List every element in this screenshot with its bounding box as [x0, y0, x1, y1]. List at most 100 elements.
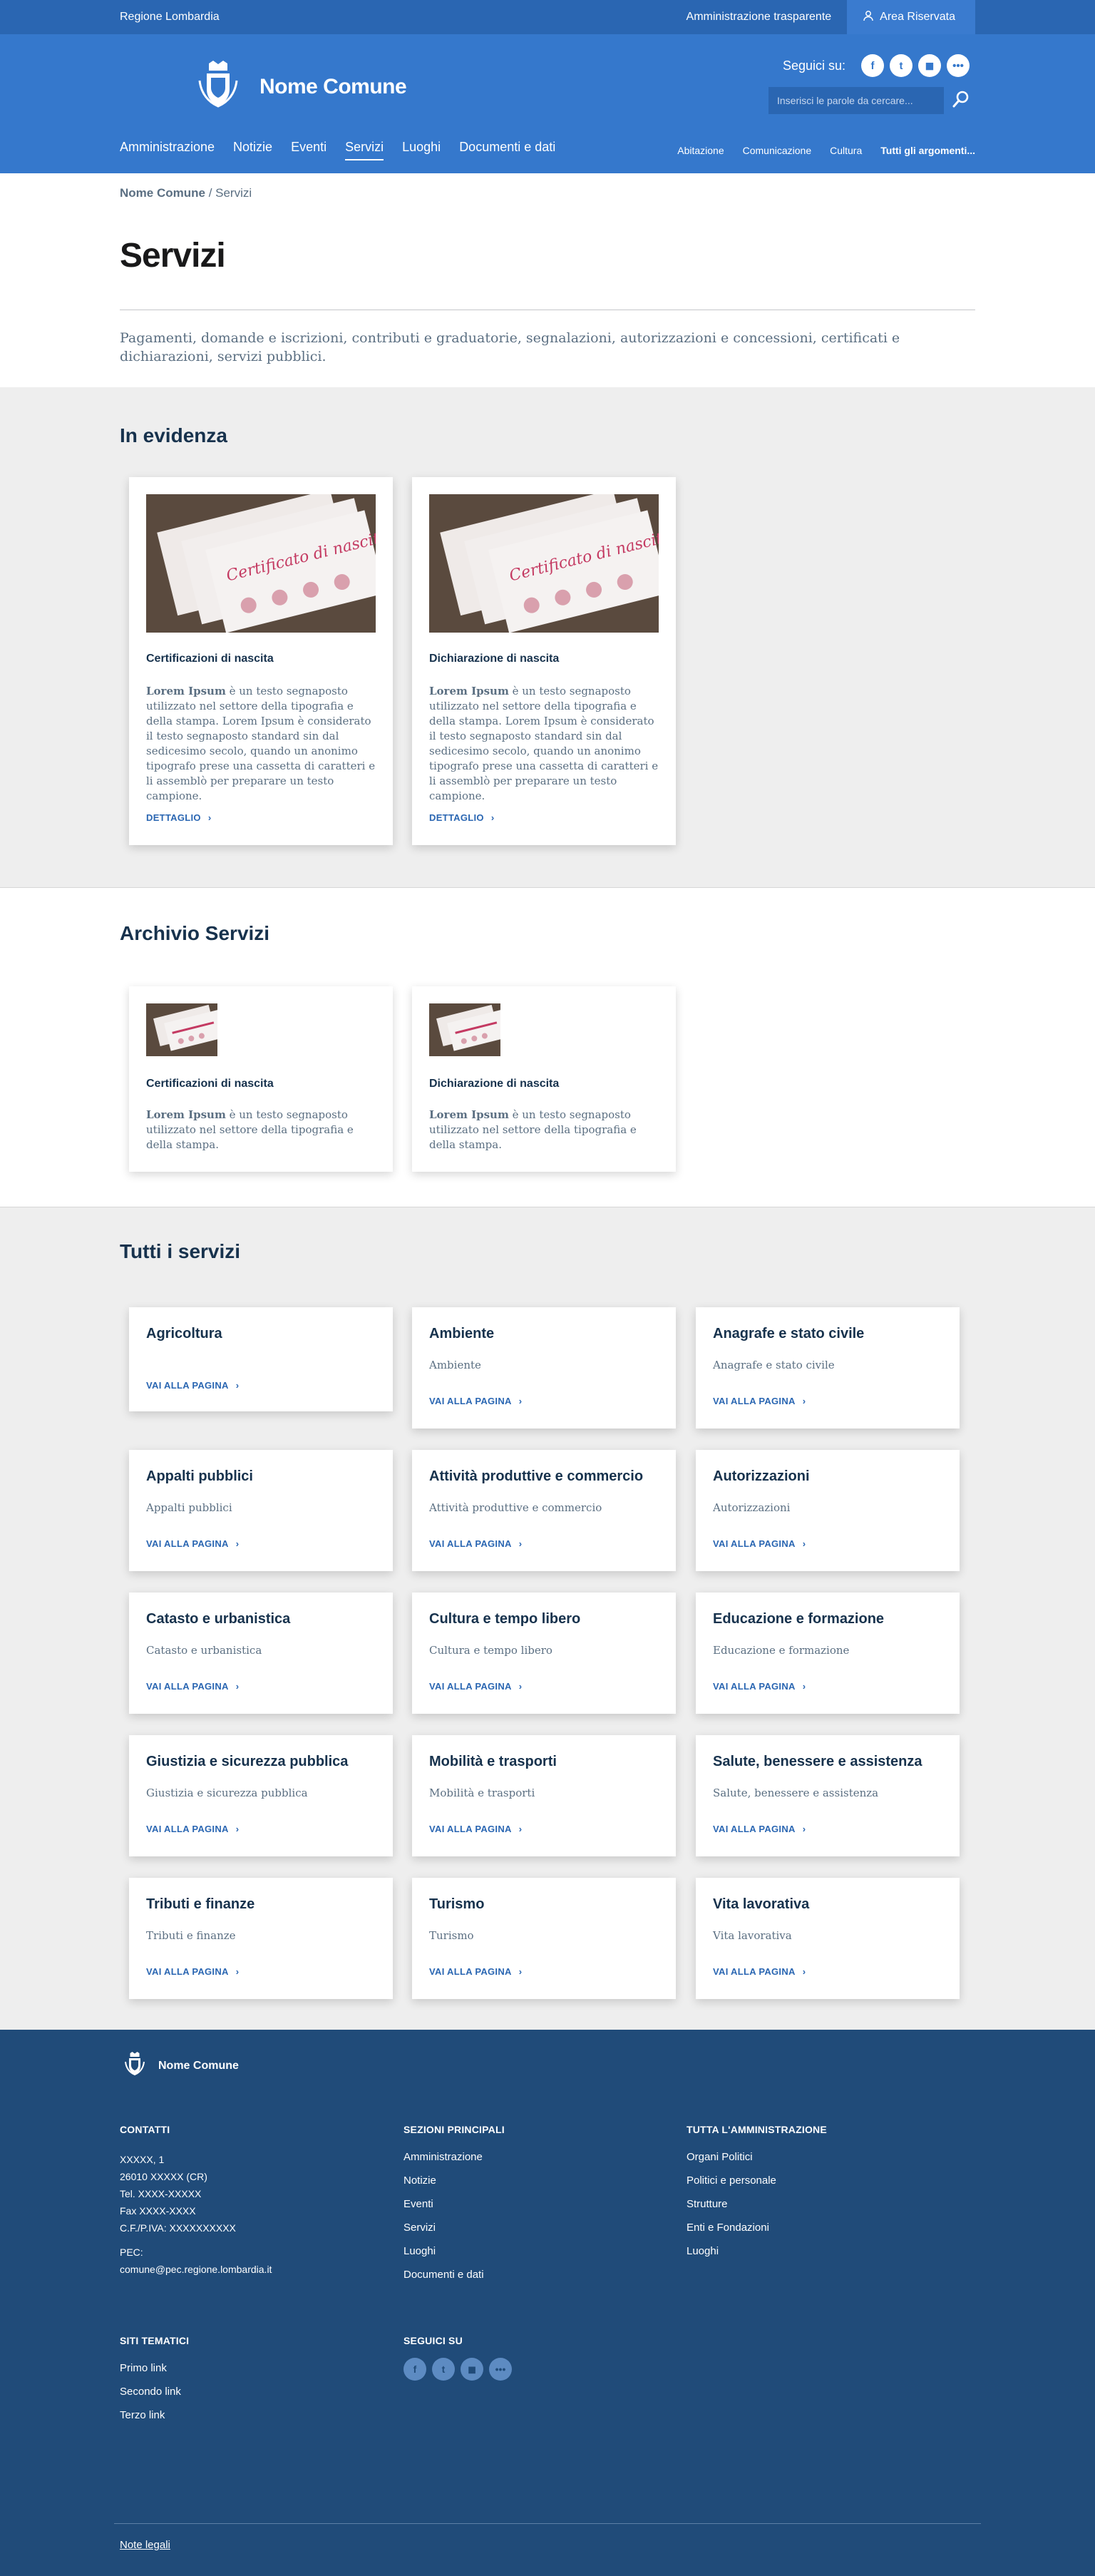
go-to-page-link[interactable]: VAI ALLA PAGINA › — [713, 1396, 806, 1406]
go-to-page-link[interactable]: VAI ALLA PAGINA › — [146, 1681, 239, 1692]
service-title[interactable]: Educazione e formazione — [713, 1611, 884, 1627]
more-icon[interactable]: ••• — [947, 54, 970, 77]
facebook-icon[interactable]: f — [861, 54, 884, 77]
detail-link-label: DETTAGLIO — [146, 812, 201, 823]
service-title[interactable]: Mobilità e trasporti — [429, 1754, 557, 1770]
service-title[interactable]: Autorizzazioni — [713, 1468, 810, 1485]
topic-abitazione[interactable]: Abitazione — [677, 145, 724, 156]
nav-eventi[interactable]: Eventi — [291, 140, 327, 160]
transparency-link[interactable]: Amministrazione trasparente — [671, 0, 848, 34]
search-icon[interactable] — [952, 91, 970, 111]
breadcrumb-separator: / — [205, 186, 216, 200]
service-card[interactable]: Cultura e tempo libero Cultura e tempo li… — [412, 1593, 676, 1714]
footer-link[interactable]: Eventi — [403, 2198, 660, 2210]
reserved-area-button[interactable]: Area Riservata — [847, 0, 975, 34]
service-card[interactable]: Autorizzazioni Autorizzazioni VAI ALLA PAG… — [696, 1450, 960, 1571]
service-card[interactable]: Educazione e formazione Educazione e form… — [696, 1593, 960, 1714]
service-title[interactable]: Salute, benessere e assistenza — [713, 1754, 922, 1770]
service-title[interactable]: Giustizia e sicurezza pubblica — [146, 1754, 348, 1770]
service-card[interactable]: Ambiente Ambiente VAI ALLA PAGINA › — [412, 1307, 676, 1428]
service-card[interactable]: Turismo Turismo VAI ALLA PAGINA › — [412, 1878, 676, 1999]
service-card[interactable]: Tributi e finanze Tributi e finanze VAI AL… — [129, 1878, 393, 1999]
footer-link[interactable]: Secondo link — [120, 2386, 376, 2398]
facebook-icon[interactable]: f — [403, 2358, 426, 2381]
footer-link[interactable]: Politici e personale — [687, 2174, 943, 2187]
go-to-page-link[interactable]: VAI ALLA PAGINA › — [713, 1538, 806, 1549]
service-card[interactable]: Attività produttive e commercio Attività … — [412, 1450, 676, 1571]
contact-line: 26010 XXXXX (CR) — [120, 2171, 207, 2182]
service-card[interactable]: Vita lavorativa Vita lavorativa VAI ALLA P… — [696, 1878, 960, 1999]
nav-amministrazione[interactable]: Amministrazione — [120, 140, 215, 160]
breadcrumb-home[interactable]: Nome Comune — [120, 186, 205, 200]
go-to-page-link[interactable]: VAI ALLA PAGINA › — [146, 1380, 239, 1391]
footer-link[interactable]: Enti e Fondazioni — [687, 2222, 943, 2234]
footer-link[interactable]: Terzo link — [120, 2409, 376, 2421]
footer-link[interactable]: Luoghi — [687, 2245, 943, 2257]
service-card[interactable]: Catasto e urbanistica Catasto e urbanisti… — [129, 1593, 393, 1714]
card-title[interactable]: Certificazioni di nascita — [146, 653, 274, 665]
nav-luoghi[interactable]: Luoghi — [402, 140, 441, 160]
service-card[interactable]: Salute, benessere e assistenza Salute, be… — [696, 1735, 960, 1856]
twitter-icon[interactable]: t — [432, 2358, 455, 2381]
go-to-page-link[interactable]: VAI ALLA PAGINA › — [429, 1538, 522, 1549]
footer-link[interactable]: Amministrazione — [403, 2151, 660, 2163]
footer-brand[interactable]: Nome Comune — [124, 2051, 239, 2080]
service-title[interactable]: Anagrafe e stato civile — [713, 1326, 864, 1342]
footer-link[interactable]: Servizi — [403, 2222, 660, 2234]
footer-link[interactable]: Documenti e dati — [403, 2269, 660, 2281]
go-to-page-link[interactable]: VAI ALLA PAGINA › — [429, 1966, 522, 1977]
service-title[interactable]: Vita lavorativa — [713, 1896, 809, 1913]
go-to-page-link[interactable]: VAI ALLA PAGINA › — [713, 1966, 806, 1977]
service-card[interactable]: Giustizia e sicurezza pubblica Giustizia … — [129, 1735, 393, 1856]
service-title[interactable]: Turismo — [429, 1896, 484, 1913]
evidence-card[interactable]: Certificato di nascita Dichiarazione di … — [412, 477, 676, 845]
twitter-icon[interactable]: t — [890, 54, 912, 77]
go-to-page-link[interactable]: VAI ALLA PAGINA › — [429, 1824, 522, 1834]
service-card[interactable]: Agricoltura VAI ALLA PAGINA › — [129, 1307, 393, 1411]
topic-cultura[interactable]: Cultura — [830, 145, 862, 156]
footer-link[interactable]: Primo link — [120, 2362, 376, 2374]
nav-servizi[interactable]: Servizi — [345, 140, 384, 160]
go-to-page-link[interactable]: VAI ALLA PAGINA › — [429, 1396, 522, 1406]
service-title[interactable]: Appalti pubblici — [146, 1468, 253, 1485]
topic-all[interactable]: Tutti gli argomenti... — [880, 145, 975, 156]
service-card[interactable]: Appalti pubblici Appalti pubblici VAI ALLA… — [129, 1450, 393, 1571]
card-title[interactable]: Dichiarazione di nascita — [429, 1078, 559, 1090]
footer-link[interactable]: Luoghi — [403, 2245, 660, 2257]
go-to-page-link[interactable]: VAI ALLA PAGINA › — [429, 1681, 522, 1692]
service-title[interactable]: Cultura e tempo libero — [429, 1611, 580, 1627]
go-to-page-link[interactable]: VAI ALLA PAGINA › — [146, 1966, 239, 1977]
nav-documenti[interactable]: Documenti e dati — [459, 140, 555, 160]
go-to-page-link[interactable]: VAI ALLA PAGINA › — [713, 1681, 806, 1692]
footer-link[interactable]: Strutture — [687, 2198, 943, 2210]
medium-icon[interactable]: ◼ — [918, 54, 941, 77]
detail-link[interactable]: DETTAGLIO › — [146, 812, 211, 823]
go-to-page-link[interactable]: VAI ALLA PAGINA › — [713, 1824, 806, 1834]
archive-card[interactable]: Certificazioni di nascita Lorem Ipsum è … — [129, 986, 393, 1172]
footer-link[interactable]: Notizie — [403, 2174, 660, 2187]
evidence-card[interactable]: Certificato di nascita Certificazioni di… — [129, 477, 393, 845]
service-card[interactable]: Anagrafe e stato civile Anagrafe e stato … — [696, 1307, 960, 1428]
card-title[interactable]: Dichiarazione di nascita — [429, 653, 559, 665]
service-title[interactable]: Attività produttive e commercio — [429, 1468, 643, 1485]
topic-comunicazione[interactable]: Comunicazione — [743, 145, 812, 156]
service-title[interactable]: Agricoltura — [146, 1326, 222, 1342]
service-title[interactable]: Catasto e urbanistica — [146, 1611, 290, 1627]
legal-notes-link[interactable]: Note legali — [120, 2539, 170, 2551]
card-title[interactable]: Certificazioni di nascita — [146, 1078, 274, 1090]
archive-card[interactable]: Dichiarazione di nascita Lorem Ipsum è u… — [412, 986, 676, 1172]
footer-link[interactable]: Organi Politici — [687, 2151, 943, 2163]
nav-notizie[interactable]: Notizie — [233, 140, 272, 160]
service-title[interactable]: Ambiente — [429, 1326, 494, 1342]
search-input[interactable] — [768, 87, 944, 114]
more-icon[interactable]: ••• — [489, 2358, 512, 2381]
brand[interactable]: Nome Comune — [197, 59, 407, 114]
detail-link[interactable]: DETTAGLIO › — [429, 812, 494, 823]
region-link[interactable]: Regione Lombardia — [120, 11, 220, 24]
medium-icon[interactable]: ◼ — [461, 2358, 483, 2381]
go-to-page-link[interactable]: VAI ALLA PAGINA › — [146, 1538, 239, 1549]
pec-email-link[interactable]: comune@pec.regione.lombardia.it — [120, 2261, 376, 2278]
go-to-page-link[interactable]: VAI ALLA PAGINA › — [146, 1824, 239, 1834]
service-title[interactable]: Tributi e finanze — [146, 1896, 255, 1913]
service-card[interactable]: Mobilità e trasporti Mobilità e trasporti… — [412, 1735, 676, 1856]
